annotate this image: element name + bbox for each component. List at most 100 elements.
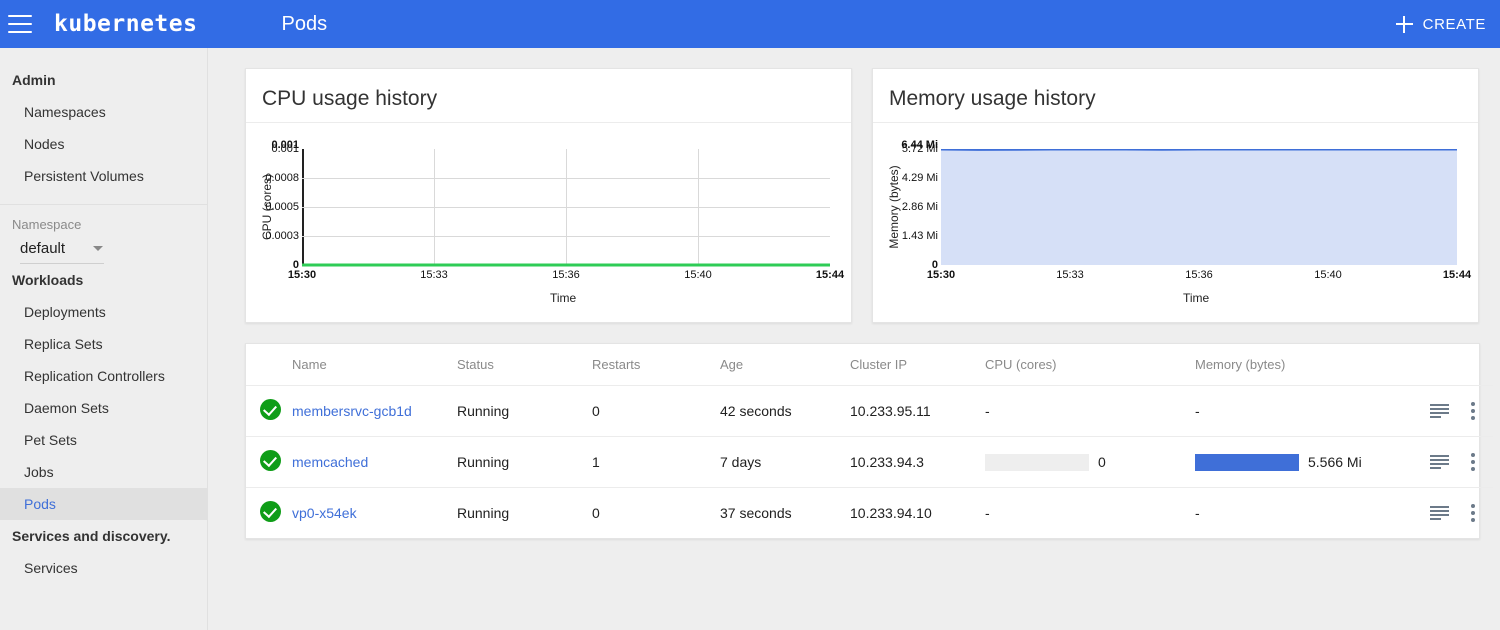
charts-row: CPU usage history CPU (cores) 0.001 0.001 0… — [245, 68, 1500, 323]
y-tick-label: 1.43 Mi — [901, 230, 938, 242]
pod-memory: 5.566 Mi — [1195, 436, 1405, 488]
pod-name-link[interactable]: vp0-x54ek — [292, 505, 357, 521]
sidebar-item-daemon-sets[interactable]: Daemon Sets — [0, 392, 207, 424]
logs-icon[interactable] — [1430, 455, 1449, 469]
pods-table-card: Name Status Restarts Age Cluster IP CPU (core… — [245, 343, 1493, 539]
y-tick-label: 0.001 — [271, 143, 299, 155]
brand-logo[interactable]: kubernetes — [54, 11, 197, 37]
sidebar-item-replication-controllers[interactable]: Replication Controllers — [0, 360, 207, 392]
x-tick-label: 15:33 — [420, 269, 448, 281]
pod-name-link[interactable]: memcached — [292, 454, 368, 470]
pod-cpu: 0 — [985, 436, 1195, 488]
sidebar-item-nodes[interactable]: Nodes — [0, 128, 207, 160]
sidebar-item-pet-sets[interactable]: Pet Sets — [0, 424, 207, 456]
sidebar-item-namespaces[interactable]: Namespaces — [0, 96, 207, 128]
namespace-label: Namespace — [12, 217, 82, 232]
namespace-select[interactable]: default — [20, 240, 104, 264]
row-status-icon-cell — [246, 385, 292, 437]
pod-age: 7 days — [720, 436, 850, 488]
pod-memory: - — [1195, 488, 1405, 539]
pods-table-header: Name Status Restarts Age Cluster IP CPU (core… — [246, 344, 1493, 386]
pod-status: Running — [457, 505, 510, 521]
table-header-cluster-ip[interactable]: Cluster IP — [850, 344, 985, 386]
pod-memory: - — [1195, 385, 1405, 437]
table-row[interactable]: memcached Running 1 7 days 10.233.94.3 0 5.566… — [246, 436, 1493, 488]
x-tick-label: 15:44 — [815, 269, 845, 281]
pod-age: 37 seconds — [720, 505, 792, 521]
x-axis-title: Time — [550, 291, 577, 305]
pod-restarts: 0 — [592, 505, 600, 521]
hamburger-icon[interactable] — [8, 15, 32, 33]
sidebar-item-replica-sets[interactable]: Replica Sets — [0, 328, 207, 360]
chevron-down-icon — [93, 246, 104, 251]
pod-memory-value: 5.566 Mi — [1308, 454, 1362, 470]
pod-memory-bar — [1195, 453, 1299, 471]
pod-cpu-bar — [985, 453, 1089, 471]
main-content: CPU usage history CPU (cores) 0.001 0.001 0… — [209, 48, 1500, 630]
table-row[interactable]: vp0-x54ek Running 0 37 seconds 10.233.94.10 -… — [246, 488, 1493, 539]
sidebar-item-deployments[interactable]: Deployments — [0, 296, 207, 328]
table-header-memory[interactable]: Memory (bytes) — [1195, 344, 1405, 386]
y-tick-label: 0.0003 — [265, 230, 299, 242]
sidebar: Admin Namespaces Nodes Persistent Volumes Na… — [0, 48, 208, 630]
pod-cpu-value: - — [985, 403, 990, 419]
table-header-cpu[interactable]: CPU (cores) — [985, 344, 1195, 386]
table-row[interactable]: membersrvc-gcb1d Running 0 42 seconds 10.233… — [246, 385, 1493, 437]
y-tick-label: 0.0005 — [265, 201, 299, 213]
x-tick-label: 15:40 — [684, 269, 712, 281]
table-header-status[interactable] — [246, 344, 292, 386]
pod-age: 42 seconds — [720, 385, 850, 437]
check-circle-icon — [260, 501, 281, 522]
plus-icon — [1395, 15, 1413, 33]
top-app-bar: kubernetes Pods CREATE — [0, 0, 1500, 48]
more-vertical-icon[interactable] — [1471, 453, 1475, 471]
chart-series-svg — [941, 149, 1457, 265]
pod-name-cell: memcached — [292, 436, 457, 488]
table-header-age[interactable]: Age — [720, 344, 850, 386]
pod-cpu-value: 0 — [1098, 454, 1106, 470]
row-status-icon-cell — [246, 436, 292, 488]
sidebar-item-persistent-volumes[interactable]: Persistent Volumes — [0, 160, 207, 192]
y-axis-title: Memory (bytes) — [887, 165, 901, 249]
row-actions-cell — [1405, 385, 1493, 437]
pod-cpu: - — [985, 385, 1195, 437]
sidebar-item-services[interactable]: Services — [0, 552, 207, 584]
x-tick-label: 15:30 — [287, 269, 317, 281]
pod-restarts: 1 — [592, 436, 720, 488]
row-status-icon-cell — [246, 488, 292, 539]
memory-chart: Memory (bytes) 6.44 Mi 5.72 Mi 4.29 Mi 2.86 … — [873, 123, 1478, 322]
more-vertical-icon[interactable] — [1471, 504, 1475, 522]
pods-table-body: membersrvc-gcb1d Running 0 42 seconds 10.233… — [246, 385, 1493, 539]
row-actions-cell — [1405, 488, 1493, 539]
memory-usage-card: Memory usage history Memory (bytes) 6.44 … — [872, 68, 1479, 323]
y-tick-label: 5.72 Mi — [901, 143, 938, 155]
series-area — [941, 149, 1457, 265]
x-tick-label: 15:36 — [552, 269, 580, 281]
create-button[interactable]: CREATE — [1395, 0, 1486, 48]
sidebar-item-pods[interactable]: Pods — [0, 488, 207, 520]
sidebar-item-jobs[interactable]: Jobs — [0, 456, 207, 488]
x-axis-title: Time — [1183, 291, 1210, 305]
table-header-status-col[interactable]: Status — [457, 344, 592, 386]
pod-name-link[interactable]: membersrvc-gcb1d — [292, 403, 412, 419]
table-header-name[interactable]: Name — [292, 344, 457, 386]
table-header-restarts[interactable]: Restarts — [592, 344, 720, 386]
row-actions-cell — [1405, 436, 1493, 488]
logs-icon[interactable] — [1430, 404, 1449, 418]
create-button-label: CREATE — [1422, 15, 1486, 33]
pod-restarts: 0 — [592, 385, 720, 437]
more-vertical-icon[interactable] — [1471, 402, 1475, 420]
logs-icon[interactable] — [1430, 506, 1449, 520]
sidebar-section-admin: Admin — [12, 72, 56, 88]
cpu-chart: CPU (cores) 0.001 0.001 0.0008 0.0005 0.0003 0… — [246, 123, 851, 322]
y-tick-label: 4.29 Mi — [901, 172, 938, 184]
table-header-actions[interactable] — [1405, 344, 1493, 386]
table-header-row: Name Status Restarts Age Cluster IP CPU (core… — [246, 344, 1493, 386]
pod-cpu-value: - — [985, 505, 990, 521]
pod-cluster-ip: 10.233.95.11 — [850, 385, 985, 437]
page-title: Pods — [281, 12, 328, 35]
sidebar-section-services-and-discovery: Services and discovery. — [12, 528, 171, 544]
chart-series-svg — [302, 263, 830, 267]
namespace-selected-value: default — [20, 240, 66, 257]
x-tick-label: 15:30 — [926, 269, 956, 281]
